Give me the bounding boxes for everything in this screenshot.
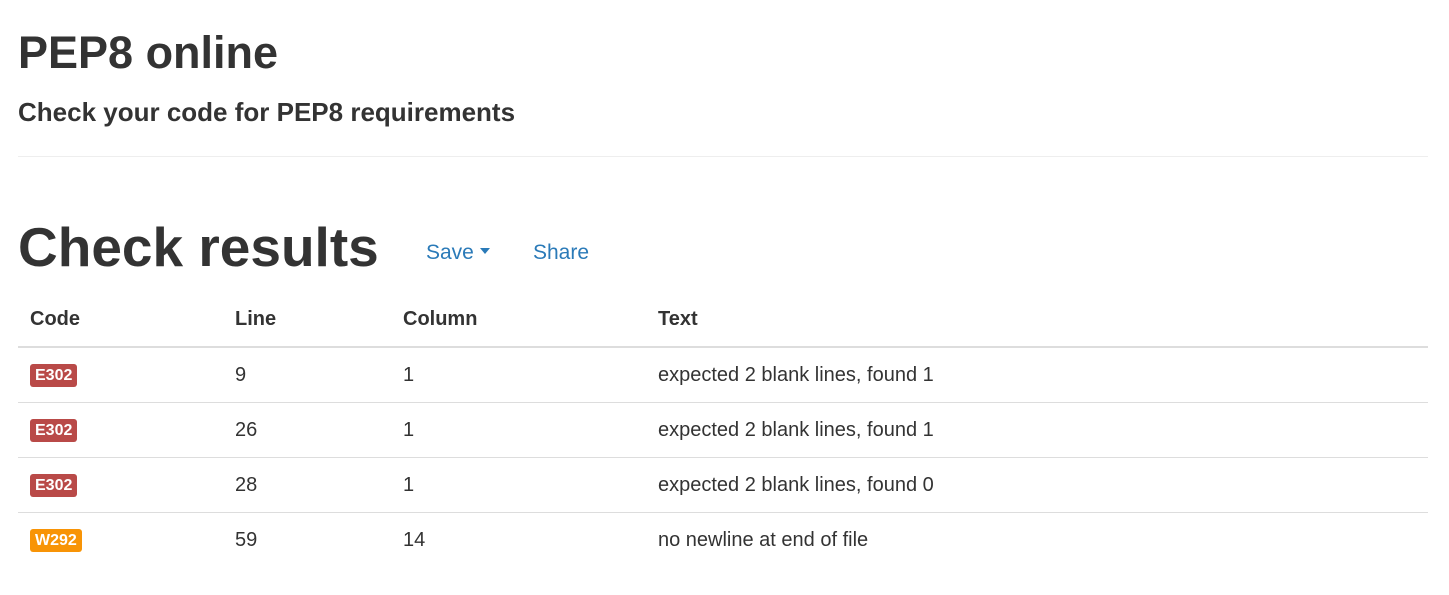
column-header-code: Code bbox=[18, 293, 223, 348]
column-header-text: Text bbox=[646, 293, 1428, 348]
error-code-badge: E302 bbox=[30, 419, 78, 442]
site-subtitle: Check your code for PEP8 requirements bbox=[18, 97, 516, 127]
column-cell: 1 bbox=[391, 457, 646, 513]
line-cell: 59 bbox=[223, 512, 391, 567]
table-header-row: Code Line Column Text bbox=[18, 293, 1428, 348]
column-cell: 14 bbox=[391, 512, 646, 567]
header-divider bbox=[18, 156, 1428, 157]
column-header-column: Column bbox=[391, 293, 646, 348]
table-row: E302 26 1 expected 2 blank lines, found … bbox=[18, 402, 1428, 458]
table-row: W292 59 14 no newline at end of file bbox=[18, 512, 1428, 567]
site-title: PEP8 online bbox=[18, 27, 279, 78]
share-link[interactable]: Share bbox=[533, 239, 589, 267]
text-cell: no newline at end of file bbox=[646, 512, 1428, 567]
error-code-badge: E302 bbox=[30, 474, 78, 497]
column-cell: 1 bbox=[403, 363, 415, 386]
text-cell: expected 2 blank lines, found 1 bbox=[658, 363, 934, 386]
table-row: E302 9 1 expected 2 blank lines, found 1 bbox=[18, 347, 1428, 403]
text-cell: expected 2 blank lines, found 0 bbox=[646, 457, 1428, 513]
results-table: Code Line Column Text E302 9 1 expected … bbox=[18, 293, 1428, 567]
line-cell: 9 bbox=[235, 363, 247, 386]
line-cell: 26 bbox=[223, 402, 391, 458]
table-row: E302 28 1 expected 2 blank lines, found … bbox=[18, 457, 1428, 513]
results-heading-row: Check results Save Share bbox=[18, 214, 818, 284]
code-cell: E302 bbox=[18, 402, 223, 458]
column-cell: 1 bbox=[391, 402, 646, 458]
save-label: Save bbox=[426, 241, 474, 264]
code-cell: E302 bbox=[18, 457, 223, 513]
error-code-badge: E302 bbox=[30, 364, 78, 387]
code-cell: W292 bbox=[18, 512, 223, 567]
save-dropdown-button[interactable]: Save bbox=[426, 239, 490, 267]
caret-down-icon bbox=[479, 248, 490, 255]
page: PEP8 online Check your code for PEP8 req… bbox=[0, 0, 1449, 595]
code-cell: E302 bbox=[18, 347, 223, 403]
column-header-line: Line bbox=[223, 293, 391, 348]
text-cell: expected 2 blank lines, found 1 bbox=[646, 402, 1428, 458]
warning-code-badge: W292 bbox=[30, 529, 82, 552]
results-title: Check results bbox=[18, 216, 379, 278]
line-cell: 28 bbox=[223, 457, 391, 513]
